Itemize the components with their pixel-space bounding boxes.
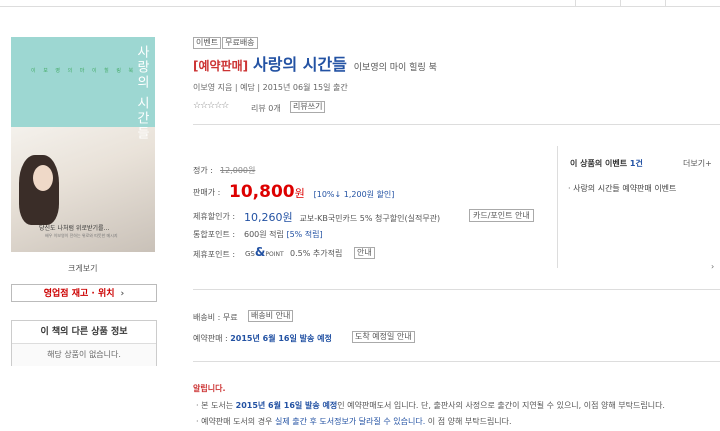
gs-logo-gs: GS [245,250,255,258]
top-tab-divider [575,0,576,6]
event-divider [557,146,558,268]
top-tab-strip [0,0,720,7]
notice-text: 이 점 양해 부탁드립니다. [427,417,512,426]
cover-figure-face [33,165,53,191]
gs-info-button[interactable]: 안내 [354,247,375,259]
notice-line: · 본 도서는 2015년 6월 16일 발송 예정인 예약판매도서 입니다. … [196,400,665,411]
event-badge: 이벤트 [193,37,222,49]
event-count: 1건 [629,159,643,168]
store-stock-button[interactable]: 영업점 재고 · 위치 › [11,284,157,302]
arrival-info-button[interactable]: 도착 예정일 안내 [352,331,415,343]
event-title-text: 이 상품의 이벤트 [570,159,628,168]
presale-date: 2015년 6월 16일 발송 예정 [230,334,332,343]
product-subtitle: 이보영의 마이 힐링 북 [353,63,437,73]
notice-date: 2015년 6월 16일 발송 예정 [235,401,338,410]
zoom-link[interactable]: 크게보기 [68,263,97,274]
points-label: 통합포인트 : [193,230,236,239]
event-item[interactable]: · 사랑의 시간들 예약판매 이벤트 [568,183,676,194]
sale-price-value: 10,800 [229,182,295,202]
discount-detail: [10%↓ 1,200원 할인] [313,190,395,199]
book-cover-image[interactable]: 사랑의 시간들 이 보 영 의 마 이 힐 링 북 당신도 나처럼 위로받기를…… [11,37,155,252]
divider [193,124,720,125]
top-tab-divider [665,0,666,6]
notice-title: 알립니다. [193,384,226,393]
notice-text: · 본 도서는 [196,401,234,410]
gs-point-rate: 0.5% 추가적립 [290,249,343,258]
gs-logo-point: POINT [265,251,284,258]
sale-price-label: 판매가 : [193,188,221,197]
shipping-info-button[interactable]: 배송비 안내 [248,310,294,322]
points-value: 600원 적립 [5% 적립] [244,229,323,240]
review-count[interactable]: 리뷰 0개 [251,103,281,114]
presale-label: 예약판매 : [193,334,228,343]
sale-price: 10,800원 [10%↓ 1,200원 할인] [229,182,394,202]
product-title: 사랑의 시간들 [253,55,347,74]
free-shipping-badge: 무료배송 [222,37,258,49]
partner-price: 10,260원 교보-KB국민카드 5% 청구할인(실적무관) [244,209,440,225]
other-product-title: 이 책의 다른 상품 정보 [12,321,156,344]
gs-point-label: 제휴포인트 : [193,250,236,259]
cover-subtitle: 이 보 영 의 마 이 힐 링 북 [31,68,137,74]
notice-text: · 예약판매 도서의 경우 [196,417,273,426]
partner-price-label: 제휴할인가 : [193,212,236,221]
cover-title: 사랑의 시간들 [134,45,149,142]
list-price-value: 12,000원 [220,166,256,175]
chevron-right-icon: › [120,289,125,299]
product-meta[interactable]: 이보영 지음 | 예담 | 2015년 06월 15일 출간 [193,82,348,93]
notice-highlight: 실제 출간 후 도서정보가 달라질 수 있습니다. [274,417,426,426]
partner-price-value: 10,260원 [244,211,293,224]
gs-logo-amp: & [254,245,266,259]
gs-point-logo: GS&POINT [245,245,284,259]
product-title-line: [예약판매] 사랑의 시간들 이보영의 마이 힐링 북 [193,51,437,75]
sale-price-unit: 원 [294,187,305,200]
presale-ship-date: 예약판매 : 2015년 6월 16일 발송 예정 [193,333,332,344]
star-rating: ☆☆☆☆☆ [193,101,229,111]
notice-line: · 예약판매 도서의 경우 실제 출간 후 도서정보가 달라질 수 있습니다. … [196,416,512,427]
store-stock-label: 영업점 재고 · 위치 [43,289,115,299]
write-review-button[interactable]: 리뷰쓰기 [290,101,326,113]
other-product-box: 이 책의 다른 상품 정보 해당 상품이 없습니다. [11,320,157,366]
points-text: 600원 적립 [244,230,284,239]
cover-quote-sub: 배우 이보영이 전하는 위로와 따뜻한 메시지 [45,233,118,238]
partner-price-text: 교보-KB국민카드 5% 청구할인(실적무관) [299,214,441,223]
top-tab-divider [620,0,621,6]
scroll-right-arrow[interactable]: › [711,262,714,271]
divider [193,361,720,362]
badge-row: 이벤트 무료배송 [193,37,259,49]
presale-tag: [예약판매] [193,59,249,73]
card-point-info-button[interactable]: 카드/포인트 안내 [469,209,534,222]
points-percent: [5% 적립] [286,230,323,239]
divider [193,289,720,290]
event-title: 이 상품의 이벤트 1건 [570,158,643,169]
cover-quote: 당신도 나처럼 위로받기를… [39,225,110,232]
notice-text: 인 예약판매도서 입니다. 단, 출판사의 사정으로 출간이 지연될 수 있으니… [337,401,665,410]
other-product-body: 해당 상품이 없습니다. [12,344,156,366]
event-more-link[interactable]: 더보기+ [683,158,712,169]
shipping-fee: 배송비 : 무료 [193,313,238,322]
list-price-label: 정가 : [193,166,213,175]
